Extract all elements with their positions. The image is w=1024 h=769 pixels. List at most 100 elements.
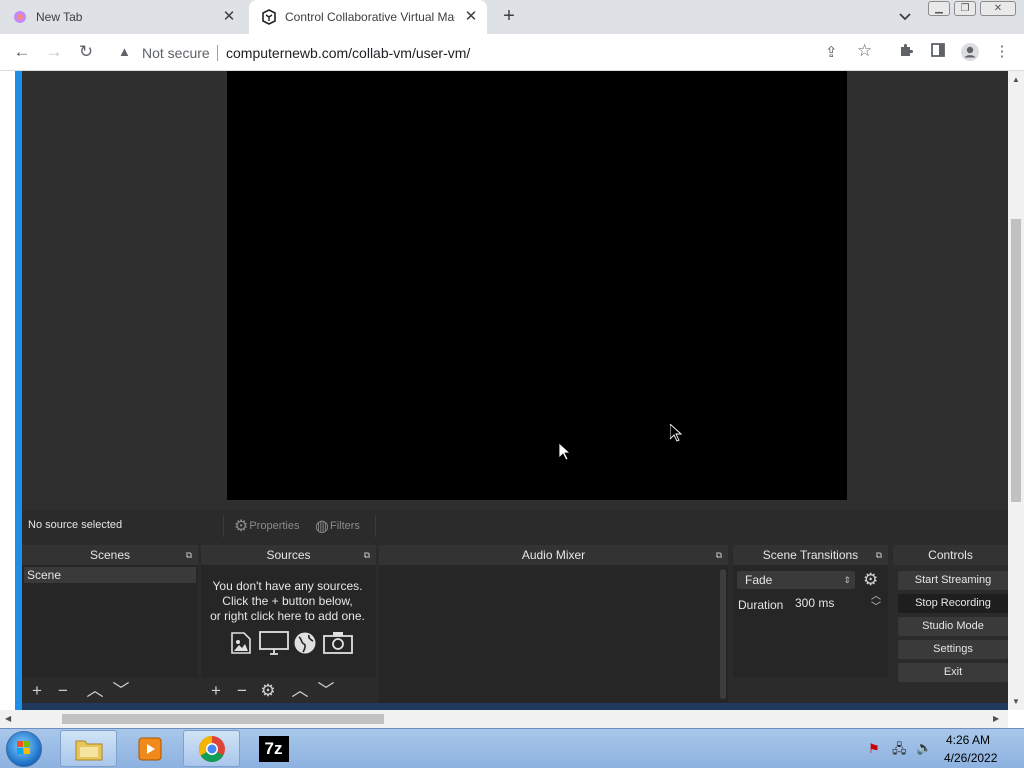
empty-message-line: You don't have any sources. [212,579,363,593]
dock-title-text: Sources [266,548,311,562]
move-up-chevron-icon[interactable]: ︿ [85,681,105,701]
tab-new-tab[interactable]: New Tab ✕ [0,0,245,34]
remove-source-button[interactable]: − [232,681,252,701]
7zip-taskbar-button[interactable]: 7z [245,730,302,767]
tab-search-chevron-icon[interactable] [896,8,914,26]
profile-avatar-icon[interactable] [960,42,980,62]
scenes-list[interactable]: Scene [22,565,198,678]
volume-speaker-icon[interactable]: 🔈 [916,740,932,756]
minimize-window-button[interactable]: ▁ [928,1,950,16]
tab-title: New Tab [36,10,83,24]
back-arrow-icon[interactable]: ← [12,42,32,62]
display-monitor-icon [259,631,289,657]
undock-icon[interactable]: ⧉ [364,545,370,565]
security-status-label[interactable]: Not secure [142,45,210,61]
sources-dock-title: Sources ⧉ [201,545,376,565]
clock-date[interactable]: 4/26/2022 [944,751,997,765]
dock-title-text: Scenes [89,548,131,562]
side-panel-icon[interactable] [928,42,948,62]
collabvm-favicon-icon [261,9,277,25]
properties-button[interactable]: ⚙ Properties [234,515,299,537]
vm-frame-border [15,71,22,710]
scroll-left-arrow-icon[interactable]: ◀ [5,714,11,723]
duration-label: Duration [738,598,784,612]
address-bar[interactable]: ▲ Not secure computernewb.com/collab-vm/… [108,37,883,67]
network-icon[interactable]: 🖧 [892,740,907,762]
bookmark-star-icon[interactable]: ☆ [857,41,872,61]
scene-transitions-dock-title: Scene Transitions ⧉ [733,545,888,565]
gear-icon: ⚙ [234,518,249,535]
action-center-flag-icon[interactable]: ⚑ [868,741,880,757]
horizontal-scrollbar[interactable]: ◀ ▶ [0,710,1008,728]
obs-preview-area [22,71,1008,510]
source-settings-gear-icon[interactable]: ⚙ [258,681,278,701]
share-icon[interactable]: ⇪ [825,43,838,61]
transition-properties-gear-icon[interactable]: ⚙ [863,570,878,590]
close-tab-icon[interactable]: ✕ [221,9,237,25]
duration-field[interactable]: 300 ms [787,594,875,612]
clock-time[interactable]: 4:26 AM [946,733,990,747]
undock-icon[interactable]: ⧉ [876,545,882,565]
settings-button[interactable]: Settings [898,640,1008,659]
tab-collab-vm[interactable]: Control Collaborative Virtual Machine ✕ [249,0,487,34]
extensions-puzzle-icon[interactable] [896,42,916,62]
tab-title: Control Collaborative Virtual Machine [285,10,455,24]
scroll-up-arrow-icon[interactable]: ▲ [1012,75,1020,84]
web-page: No source selected ⚙ Properties ◍ Filter… [0,71,1008,710]
restore-window-button[interactable]: ❐ [954,1,976,16]
stop-recording-button[interactable]: Stop Recording [898,594,1008,613]
list-item[interactable]: Scene [24,567,196,583]
windows-taskbar: 7z ⚑ 🖧 🔈 4:26 AM 4/26/2022 [0,728,1024,768]
obs-preview-canvas[interactable] [227,71,847,500]
media-player-taskbar-button[interactable] [121,730,178,767]
empty-sources-message: You don't have any sources. Click the + … [201,579,374,624]
audio-mixer-panel [379,565,728,703]
vm-taskbar-strip [22,703,1008,710]
move-down-chevron-icon[interactable]: ﹀ [111,681,131,701]
transition-type-select[interactable]: Fade ⇕ [737,571,855,589]
new-tab-button[interactable]: + [498,5,520,27]
empty-message-line: or right click here to add one. [210,609,365,623]
controls-dock-title: Controls [893,545,1008,565]
url-text[interactable]: computernewb.com/collab-vm/user-vm/ [226,45,470,61]
sources-list[interactable]: You don't have any sources. Click the + … [201,565,376,678]
obs-source-toolbar: No source selected ⚙ Properties ◍ Filter… [22,511,1008,541]
dock-title-text: Audio Mixer [521,548,586,562]
forward-arrow-icon[interactable]: → [44,42,64,62]
add-scene-button[interactable]: + [27,681,47,701]
filters-button[interactable]: ◍ Filters [315,515,360,537]
scrollbar-thumb[interactable] [62,714,384,724]
scene-transitions-panel: Fade ⇕ ⚙ Duration 300 ms ︿ ﹀ [733,565,888,678]
exit-button[interactable]: Exit [898,663,1008,682]
transition-type-value: Fade [745,573,773,587]
move-up-chevron-icon[interactable]: ︿ [290,681,310,701]
start-streaming-button[interactable]: Start Streaming [898,571,1008,590]
scroll-down-arrow-icon[interactable]: ▼ [1012,697,1020,706]
mixer-scrollbar[interactable] [720,569,726,699]
new-tab-favicon-icon [12,9,28,25]
vertical-scrollbar[interactable]: ▲ ▼ [1008,71,1024,710]
start-button[interactable] [6,731,42,767]
vm-display[interactable]: No source selected ⚙ Properties ◍ Filter… [22,71,1008,710]
duration-spinner[interactable]: ︿ ﹀ [868,591,884,615]
reload-icon[interactable]: ↻ [76,42,96,62]
undock-icon[interactable]: ⧉ [716,545,722,565]
scroll-right-arrow-icon[interactable]: ▶ [993,714,999,723]
studio-mode-button[interactable]: Studio Mode [898,617,1008,636]
duration-value: 300 ms [795,596,835,610]
chrome-menu-icon[interactable]: ⋮ [992,42,1012,62]
scrollbar-thumb[interactable] [1011,219,1021,502]
close-window-button[interactable]: ✕ [980,1,1016,16]
chrome-taskbar-button[interactable] [183,730,240,767]
select-chevron-icon: ⇕ [843,575,851,585]
move-down-chevron-icon[interactable]: ﹀ [316,681,336,701]
remove-scene-button[interactable]: − [53,681,73,701]
7zip-icon: 7z [258,735,289,762]
add-source-button[interactable]: + [206,681,226,701]
camera-icon [323,631,353,657]
filters-label: Filters [329,520,360,532]
file-explorer-taskbar-button[interactable] [60,730,117,767]
close-tab-icon[interactable]: ✕ [463,9,479,25]
warning-triangle-icon[interactable]: ▲ [118,44,131,59]
undock-icon[interactable]: ⧉ [186,545,192,565]
